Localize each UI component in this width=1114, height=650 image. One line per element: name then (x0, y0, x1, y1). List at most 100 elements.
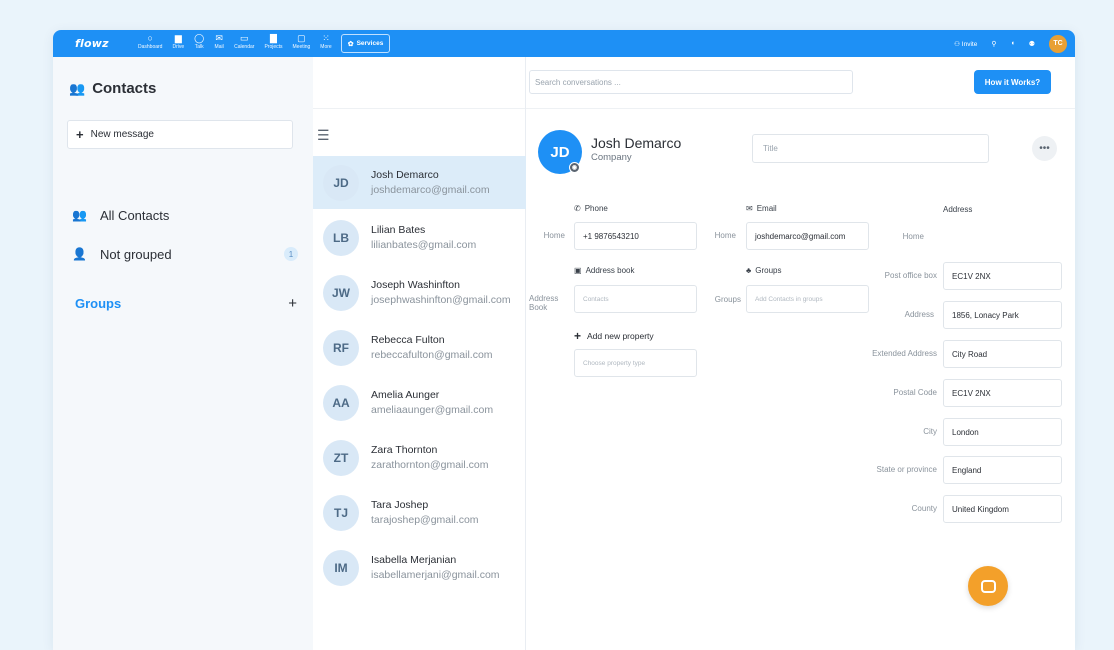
contact-email: rebeccafulton@gmail.com (371, 348, 493, 361)
address-field-label: City (923, 427, 937, 436)
sidebar-title: 👥 Contacts (69, 80, 156, 97)
contact-name-heading[interactable]: Josh Demarco (591, 135, 681, 151)
nav-label: Dashboard (138, 44, 163, 50)
address-line-field[interactable]: 1856, Lonacy Park (943, 301, 1062, 329)
new-message-button[interactable]: + New message (67, 120, 293, 149)
contact-email: zarathornton@gmail.com (371, 458, 489, 471)
nav-dashboard[interactable]: ○ Dashboard (133, 30, 167, 52)
nav-meeting[interactable]: ▢ Meeting (288, 30, 316, 52)
address-book-label-line: Book (529, 303, 548, 312)
invite-button[interactable]: ⚇ Invite (954, 40, 977, 48)
email-field[interactable]: joshdemarco@gmail.com (746, 222, 869, 250)
user-settings-icon[interactable]: ⚉ (1029, 40, 1035, 48)
address-book-icon: ▣ (574, 266, 582, 275)
address-field-label: Postal Code (893, 388, 937, 397)
services-icon: ✿ (347, 40, 354, 48)
property-type-select[interactable]: Choose property type (574, 349, 697, 377)
search-icon[interactable]: ⚲ (991, 40, 996, 48)
contact-avatar[interactable]: JD ◉ (538, 130, 582, 174)
contact-item[interactable]: JD Josh Demarco joshdemarco@gmail.com (313, 156, 526, 209)
extended-address-field[interactable]: City Road (943, 340, 1062, 368)
post-office-box-field[interactable]: EC1V 2NX (943, 262, 1062, 290)
chat-bubble-icon: ◯ (194, 33, 205, 43)
nav-talk[interactable]: ◯ Talk (189, 30, 209, 52)
add-property-button[interactable]: + Add new property (574, 329, 654, 343)
contact-company[interactable]: Company (591, 152, 632, 163)
contact-name: Zara Thornton (371, 443, 438, 456)
email-label: Home (714, 231, 736, 240)
contact-email: lilianbates@gmail.com (371, 238, 477, 251)
add-user-icon: ⚇ (954, 40, 960, 48)
more-options-button[interactable]: ••• (1032, 136, 1057, 161)
sidebar-title-text: Contacts (92, 80, 157, 97)
services-button[interactable]: ✿ Services (340, 34, 391, 53)
mail-icon: ✉ (215, 33, 223, 43)
contacts-icon: 👥 (69, 80, 86, 96)
sidebar-item-not-grouped[interactable]: 👤 Not grouped 1 (72, 244, 298, 264)
contact-item[interactable]: LB Lilian Bates lilianbates@gmail.com (313, 211, 526, 264)
county-field[interactable]: United Kingdom (943, 495, 1062, 523)
nav-drive[interactable]: ▆ Drive (167, 30, 189, 52)
nav-calendar[interactable]: ▭ Calendar (229, 30, 259, 52)
postal-code-field[interactable]: EC1V 2NX (943, 379, 1062, 407)
invite-label: Invite (961, 40, 978, 48)
main-nav: ○ Dashboard ▆ Drive ◯ Talk ✉ Mail ▭ Cale… (133, 30, 391, 57)
grid-icon: ⁙ (322, 33, 330, 43)
address-book-section-header: ▣ Address book (574, 266, 634, 275)
contact-item[interactable]: JW Joseph Washinfton josephwashinfton@gm… (313, 266, 526, 319)
groups-header: Groups + (75, 295, 297, 312)
users-icon: 👥 (72, 208, 87, 222)
avatar: AA (323, 384, 359, 421)
nav-more[interactable]: ⁙ More (315, 30, 336, 52)
nav-label: Mail (214, 44, 224, 50)
contact-item[interactable]: AA Amelia Aunger ameliaaunger@gmail.com (313, 376, 526, 429)
state-field[interactable]: England (943, 456, 1062, 484)
contact-email: isabellamerjani@gmail.com (371, 568, 500, 581)
phone-field[interactable]: +1 9876543210 (574, 222, 697, 250)
address-section-header: Address (943, 205, 973, 214)
contact-name: Joseph Washinfton (371, 278, 460, 291)
city-field[interactable]: London (943, 418, 1062, 446)
avatar: RF (323, 329, 359, 366)
add-group-icon[interactable]: + (288, 295, 297, 312)
address-book-label-line: Address (529, 294, 559, 303)
nav-label: Projects (264, 44, 283, 50)
groups-field[interactable]: Add Contacts in groups (746, 285, 869, 313)
sidebar-item-label: All Contacts (100, 207, 170, 223)
address-book-field[interactable]: Contacts (574, 285, 697, 313)
contact-name: Isabella Merjanian (371, 553, 457, 566)
contact-item[interactable]: TJ Tara Joshep tarajoshep@gmail.com (313, 486, 526, 539)
contact-item[interactable]: RF Rebecca Fulton rebeccafulton@gmail.co… (313, 321, 526, 374)
email-section-header: ✉ Email (746, 204, 777, 213)
nav-label: Drive (172, 44, 185, 50)
groups-label[interactable]: Groups (75, 296, 121, 311)
nav-mail[interactable]: ✉ Mail (209, 30, 229, 52)
avatar: LB (323, 219, 359, 256)
menu-icon[interactable]: ☰ (317, 127, 330, 144)
how-it-works-button[interactable]: How it Works? (974, 70, 1051, 94)
contact-list: ☰ JD Josh Demarco joshdemarco@gmail.com … (313, 57, 526, 650)
nav-label: More (320, 44, 332, 50)
chat-widget-button[interactable] (968, 566, 1008, 606)
user-avatar[interactable]: TC (1049, 34, 1067, 53)
nav-label: Calendar (234, 44, 255, 50)
notification-icon[interactable]: ◖ (1010, 40, 1014, 47)
search-input[interactable]: Search conversations ... (529, 70, 853, 94)
address-book-header-label: Address book (585, 266, 635, 275)
avatar: JW (323, 274, 359, 311)
briefcase-icon: ▇ (270, 33, 277, 43)
nav-projects[interactable]: ▇ Projects (259, 30, 287, 52)
contact-name: Amelia Aunger (371, 388, 440, 401)
nav-label: Meeting (292, 44, 311, 50)
contact-item[interactable]: ZT Zara Thornton zarathornton@gmail.com (313, 431, 526, 484)
title-input[interactable]: Title (752, 134, 989, 163)
nav-label: Talk (194, 44, 204, 50)
contact-item[interactable]: IM Isabella Merjanian isabellamerjani@gm… (313, 541, 526, 594)
camera-icon[interactable]: ◉ (569, 162, 580, 173)
email-header-label: Email (756, 204, 777, 213)
avatar: TJ (323, 494, 359, 531)
top-navbar: flowz ○ Dashboard ▆ Drive ◯ Talk ✉ Mail … (53, 30, 1075, 57)
contact-email: joshdemarco@gmail.com (371, 183, 490, 196)
flowz-logo[interactable]: flowz (75, 37, 133, 50)
sidebar-item-all-contacts[interactable]: 👥 All Contacts (72, 205, 298, 225)
